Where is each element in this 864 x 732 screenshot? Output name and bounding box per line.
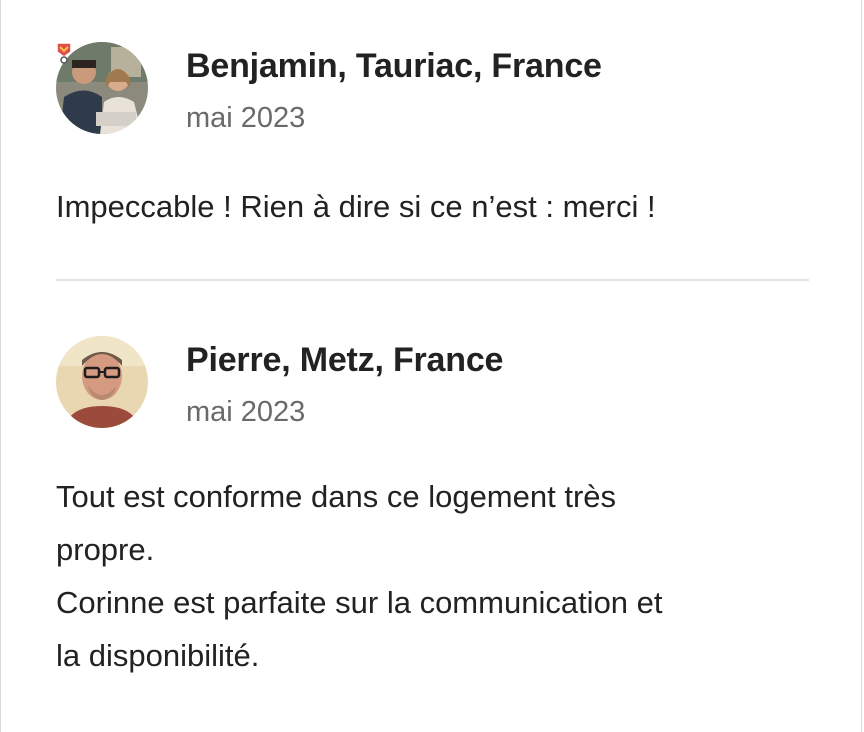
review-header: Pierre, Metz, France mai 2023	[56, 336, 816, 432]
avatar[interactable]	[56, 42, 148, 134]
review-date: mai 2023	[186, 102, 306, 134]
review-item: Benjamin, Tauriac, France mai 2023 Impec…	[56, 42, 816, 233]
reviews-panel: Benjamin, Tauriac, France mai 2023 Impec…	[0, 0, 862, 732]
review-header: Benjamin, Tauriac, France mai 2023	[56, 42, 816, 138]
avatar[interactable]	[56, 336, 148, 428]
avatar-photo	[56, 336, 148, 428]
reviewer-meta: Pierre, Metz, France mai 2023	[186, 338, 503, 432]
review-item: Pierre, Metz, France mai 2023 Tout est c…	[56, 336, 816, 682]
review-text: Tout est conforme dans ce logement très …	[56, 479, 663, 673]
reviewer-name[interactable]: Benjamin, Tauriac, France	[186, 44, 602, 88]
review-date: mai 2023	[186, 396, 306, 428]
divider	[56, 279, 809, 281]
superhost-badge-icon	[56, 42, 72, 64]
reviewer-meta: Benjamin, Tauriac, France mai 2023	[186, 44, 602, 138]
review-text: Impeccable ! Rien à dire si ce n’est : m…	[56, 189, 656, 224]
reviewer-name[interactable]: Pierre, Metz, France	[186, 338, 503, 382]
